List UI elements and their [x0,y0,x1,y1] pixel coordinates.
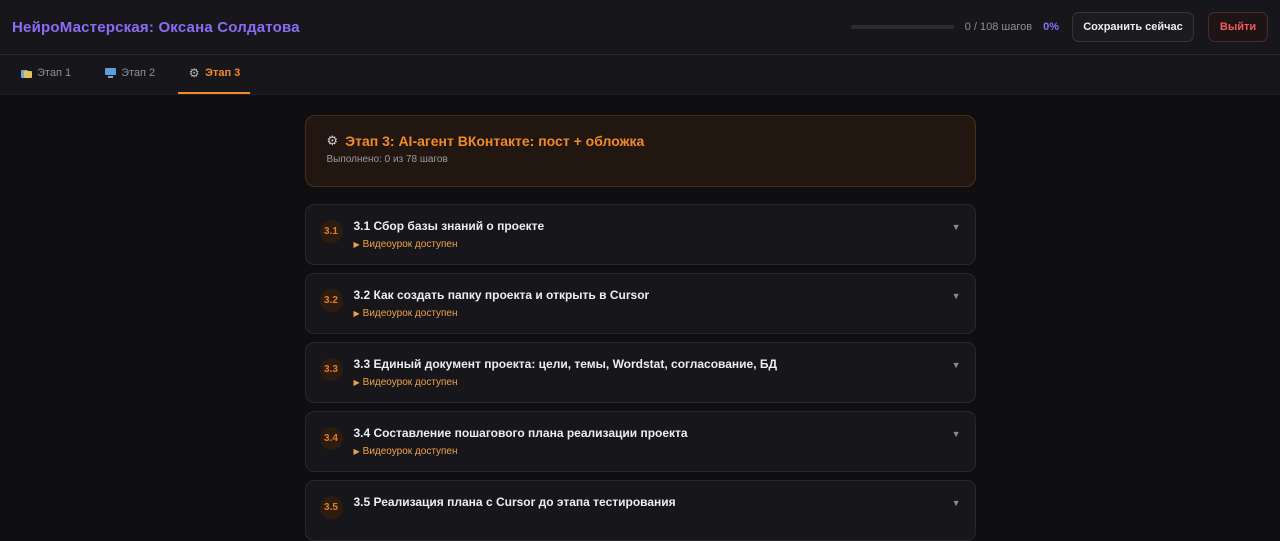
stage-progress-text: Выполнено: 0 из 78 шагов [326,154,448,165]
play-icon: ▶ [353,447,360,456]
chevron-down-icon[interactable]: ▼ [952,291,961,301]
lesson-number-badge: 3.2 [319,289,343,312]
stage-title-row: ⚙ Этап 3: AI-агент ВКонтакте: пост + обл… [327,133,975,149]
lesson-number-badge: 3.4 [319,427,343,450]
exit-button[interactable]: Выйти [1208,12,1268,42]
tab-stage-3[interactable]: ⚙ Этап 3 [178,54,251,94]
tab-label: Этап 2 [121,67,156,79]
progress-bar [850,25,954,29]
chevron-down-icon[interactable]: ▼ [952,360,961,370]
lesson-title: 3.5 Реализация плана с Cursor до этапа т… [353,495,676,509]
play-icon: ▶ [353,240,360,249]
folder-icon [20,67,32,79]
lesson-title: 3.3 Единый документ проекта: цели, темы,… [353,357,778,371]
lesson-item[interactable]: 3.4 3.4 Составление пошагового плана реа… [304,411,976,472]
lesson-title: 3.2 Как создать папку проекта и открыть … [353,288,650,302]
play-icon: ▶ [353,309,360,318]
tab-label: Этап 1 [37,67,72,79]
video-available-label: ▶ Видеоурок доступен [353,308,458,319]
video-available-label: ▶ Видеоурок доступен [353,239,458,250]
lesson-item[interactable]: 3.5 3.5 Реализация плана с Cursor до эта… [304,480,976,541]
tab-stage-2[interactable]: Этап 2 [94,54,165,94]
top-bar: НейроМастерская: Оксана Солдатова 0 / 10… [0,0,1280,55]
video-available-label: ▶ Видеоурок доступен [353,446,458,457]
video-available-label: ▶ Видеоурок доступен [353,377,458,388]
gear-icon: ⚙ [326,133,339,148]
chevron-down-icon[interactable]: ▼ [952,498,961,508]
lesson-title: 3.4 Составление пошагового плана реализа… [353,426,688,440]
lesson-number-badge: 3.1 [319,220,343,243]
stage-tabs: Этап 1 Этап 2 ⚙ Этап 3 [0,55,1280,95]
play-icon: ▶ [353,378,360,387]
progress-percent: 0% [1043,21,1059,33]
chevron-down-icon[interactable]: ▼ [952,222,961,232]
gear-icon: ⚙ [188,66,200,80]
lesson-number-badge: 3.5 [319,496,343,519]
monitor-icon [104,67,116,79]
app-title: НейроМастерская: Оксана Солдатова [12,18,300,36]
tab-label: Этап 3 [205,67,241,79]
stage-title: Этап 3: AI-агент ВКонтакте: пост + облож… [345,133,645,149]
progress-steps-text: 0 / 108 шагов [964,21,1033,33]
lesson-title: 3.1 Сбор базы знаний о проекте [353,219,545,233]
tab-stage-1[interactable]: Этап 1 [10,54,81,94]
stage-content: ⚙ Этап 3: AI-агент ВКонтакте: пост + обл… [304,115,976,541]
overall-progress: 0 / 108 шагов 0% [850,21,1059,33]
stage-header-card: ⚙ Этап 3: AI-агент ВКонтакте: пост + обл… [304,115,976,187]
chevron-down-icon[interactable]: ▼ [952,429,961,439]
lesson-number-badge: 3.3 [319,358,343,381]
lesson-item[interactable]: 3.2 3.2 Как создать папку проекта и откр… [304,273,976,334]
lesson-item[interactable]: 3.1 3.1 Сбор базы знаний о проекте ▶ Виде… [304,204,976,265]
lesson-item[interactable]: 3.3 3.3 Единый документ проекта: цели, т… [304,342,976,403]
save-now-button[interactable]: Сохранить сейчас [1072,12,1194,42]
